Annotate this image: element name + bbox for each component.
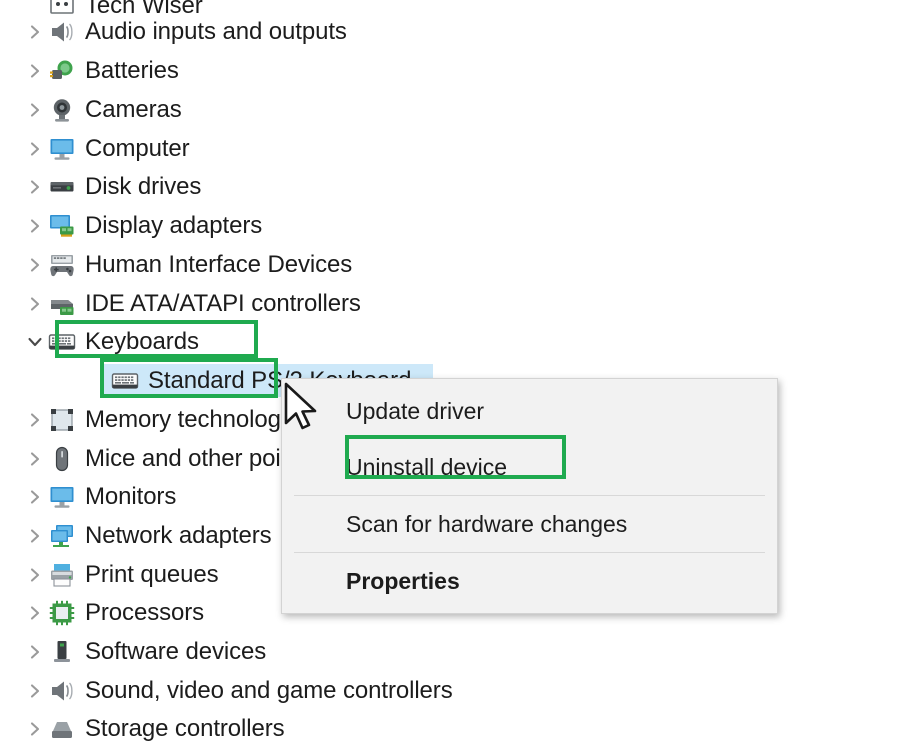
keyboards-node-highlight	[55, 320, 258, 358]
annotation-layer	[0, 0, 921, 720]
uninstall-device-highlight	[345, 435, 566, 479]
standard-ps2-keyboard-highlight	[100, 358, 278, 398]
